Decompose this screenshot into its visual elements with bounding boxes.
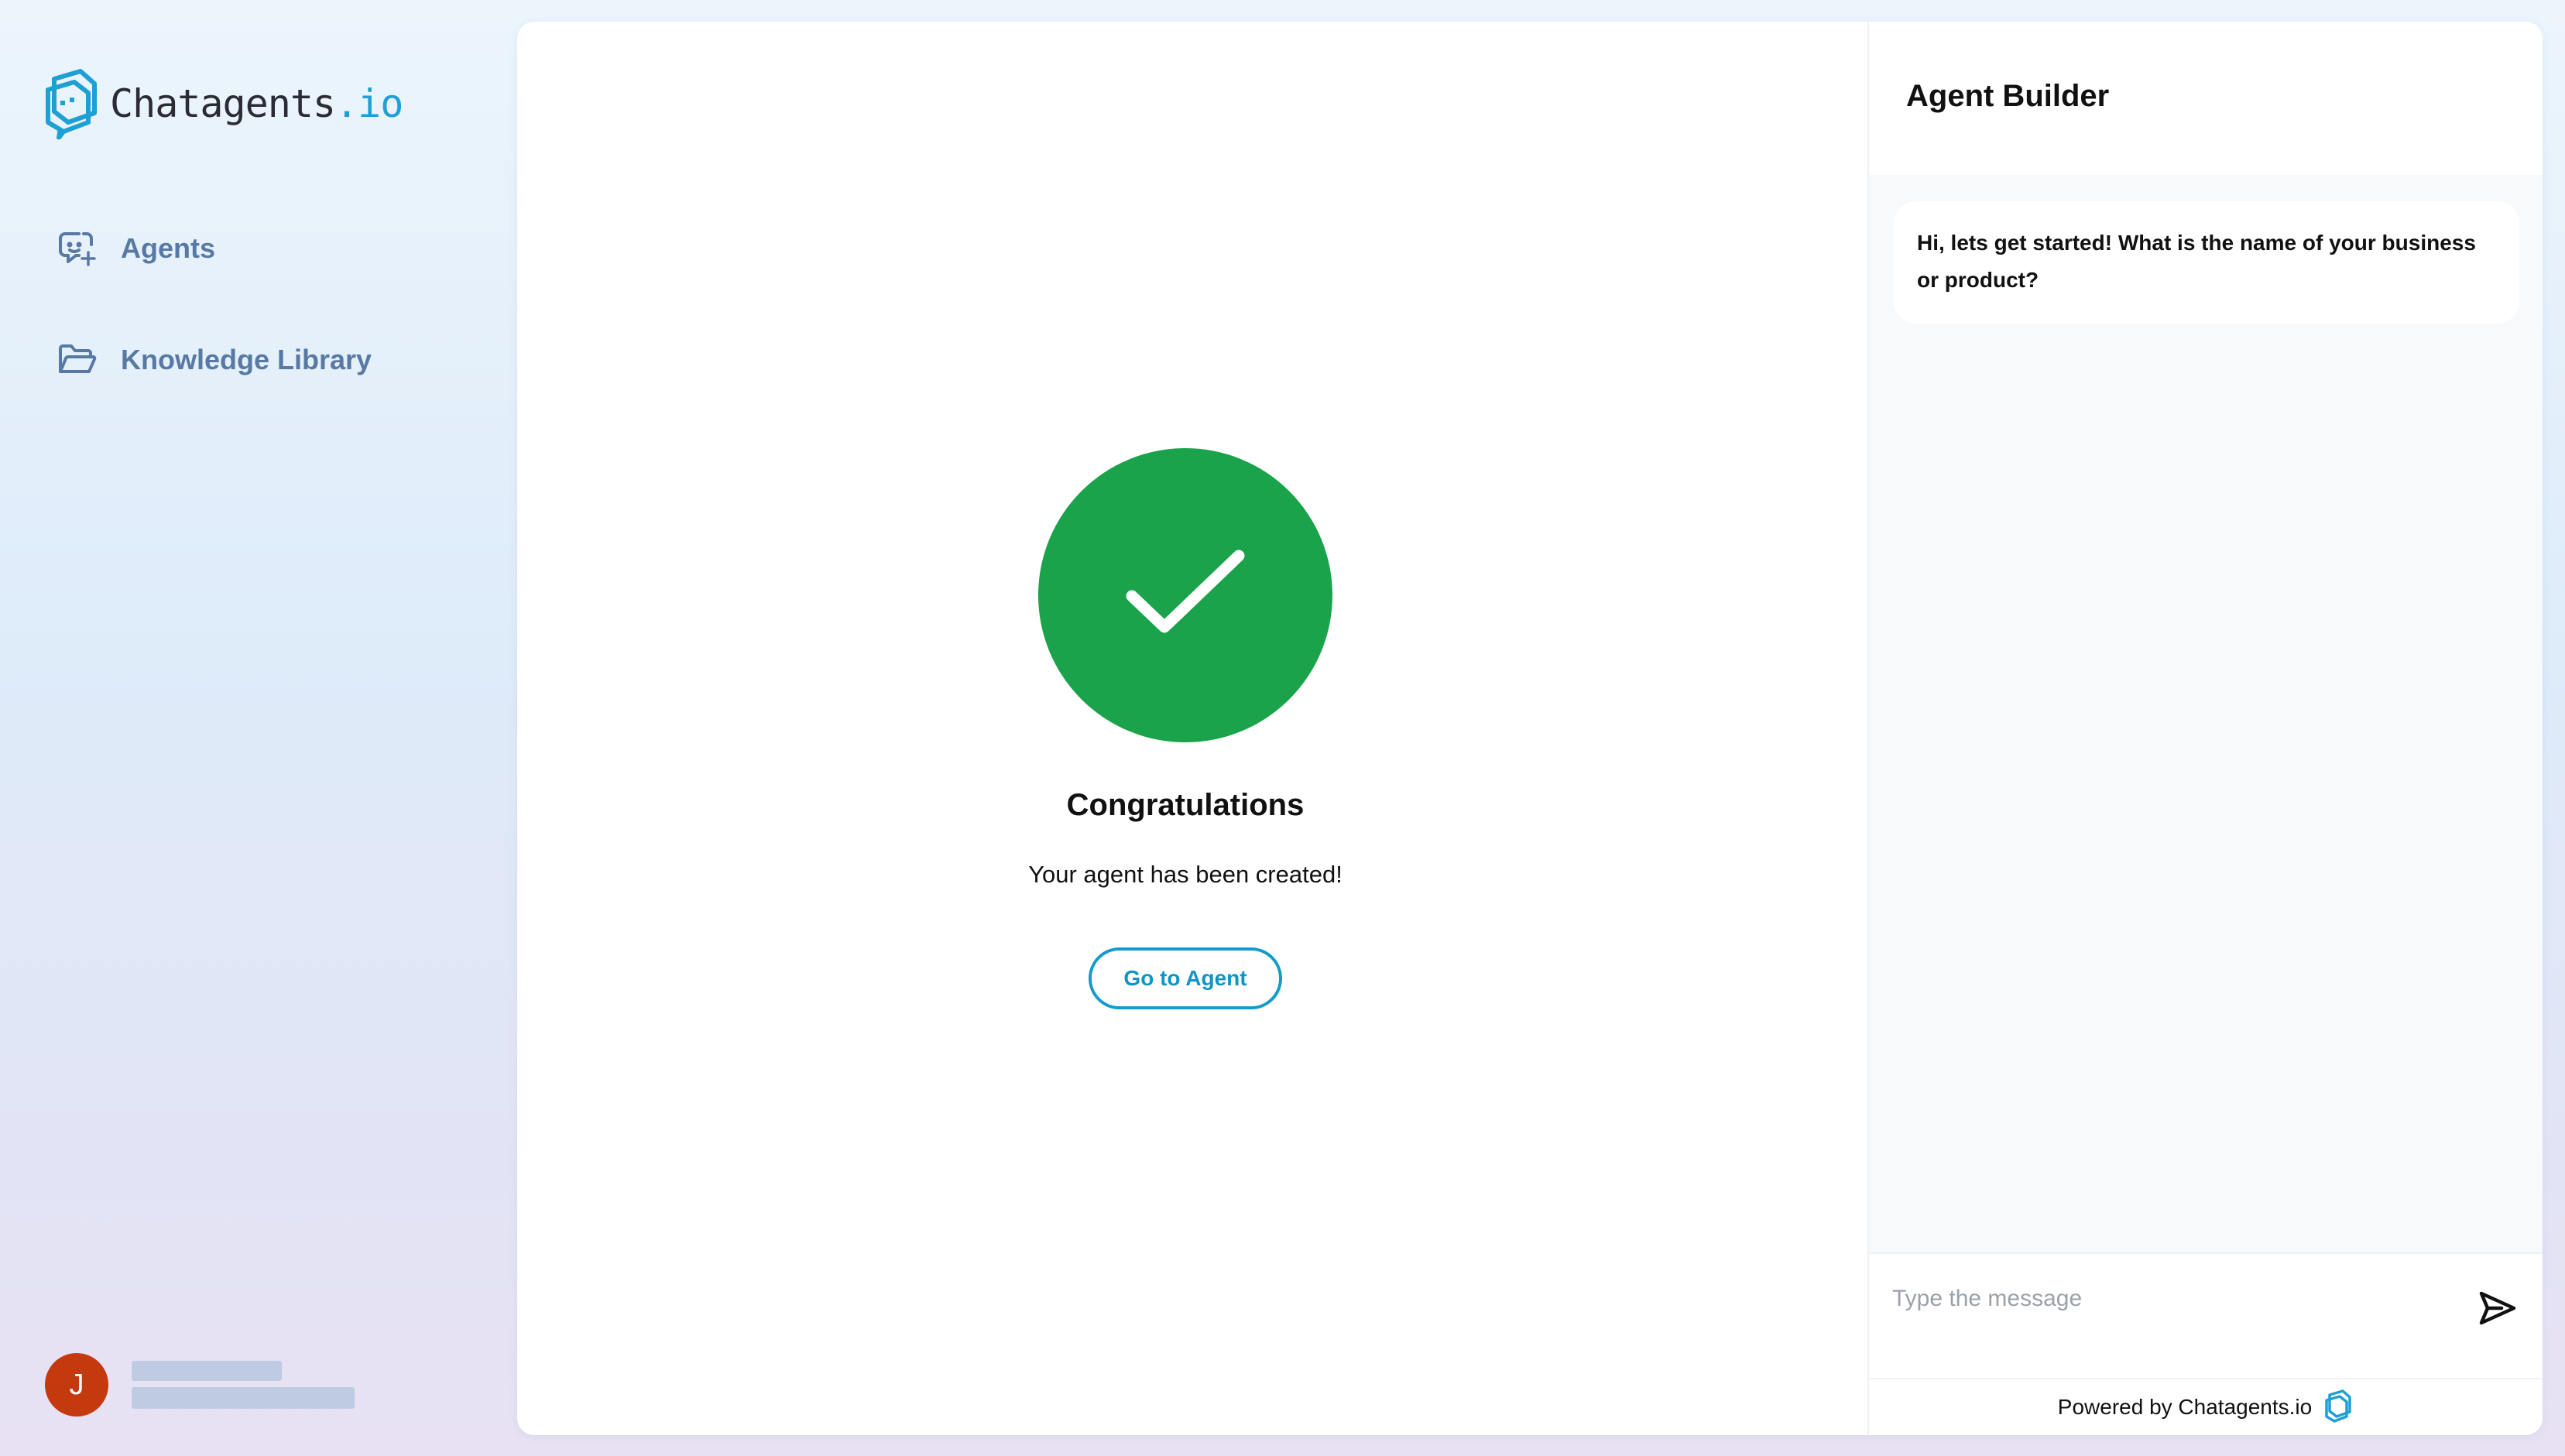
checkmark-icon [1126, 550, 1245, 633]
sidebar-item-label: Agents [121, 232, 216, 264]
folder-open-icon [56, 339, 98, 381]
avatar[interactable]: J [45, 1353, 108, 1417]
send-icon [2479, 1291, 2516, 1325]
user-info-redacted [132, 1361, 355, 1409]
user-email-placeholder [132, 1387, 355, 1409]
agent-builder-panel: Agent Builder Hi, lets get started! What… [1867, 22, 2543, 1435]
chatagents-logo-icon [46, 69, 97, 139]
success-message: Your agent has been created! [1028, 861, 1343, 888]
brand-logo[interactable]: Chatagents.io [43, 68, 403, 139]
robot-sparkle-icon [56, 228, 98, 269]
agent-builder-header: Agent Builder [1869, 22, 2543, 175]
message-input[interactable] [1892, 1276, 2434, 1322]
sidebar-item-knowledge-library[interactable]: Knowledge Library [56, 333, 372, 387]
success-area: Congratulations Your agent has been crea… [517, 22, 1867, 1435]
brand-name: Chatagents.io [110, 81, 403, 126]
success-badge [1038, 448, 1332, 742]
chatagents-logo-icon [2325, 1389, 2351, 1423]
go-to-agent-button[interactable]: Go to Agent [1089, 947, 1282, 1009]
send-button[interactable] [2474, 1285, 2521, 1331]
powered-by-text: Powered by Chatagents.io [2057, 1395, 2313, 1419]
sidebar-item-label: Knowledge Library [121, 344, 372, 375]
main-card: Congratulations Your agent has been crea… [517, 22, 2543, 1435]
message-composer [1869, 1252, 2543, 1378]
chat-message-bot: Hi, lets get started! What is the name o… [1894, 201, 2519, 324]
sidebar: Chatagents.io Agents Knowledge Library J [0, 0, 517, 1456]
page-title: Congratulations [1066, 788, 1305, 822]
user-name-placeholder [132, 1361, 282, 1381]
powered-by-footer[interactable]: Powered by Chatagents.io [1869, 1378, 2543, 1435]
agent-builder-title: Agent Builder [1906, 79, 2110, 113]
user-profile[interactable]: J [45, 1353, 355, 1417]
sidebar-item-agents[interactable]: Agents [56, 221, 215, 276]
